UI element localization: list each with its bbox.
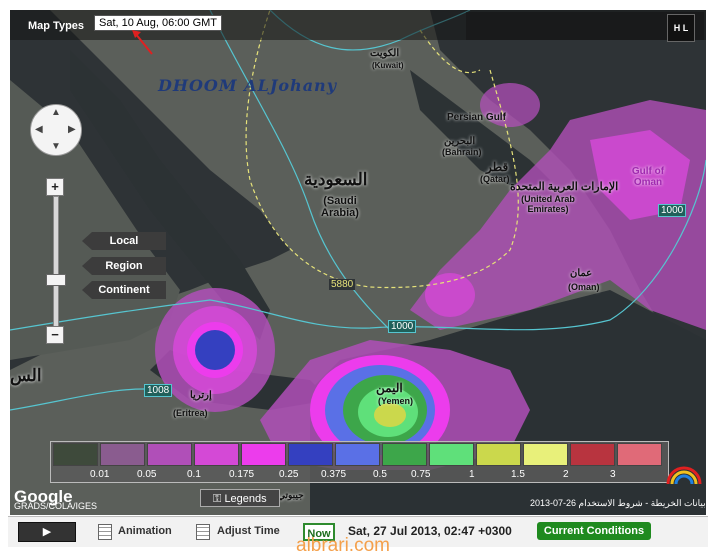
label-persian-gulf: Persian Gulf <box>447 112 506 123</box>
label-yemen-en: (Yemen) <box>378 396 414 406</box>
map-watermark: DHOOM ALJohany <box>158 76 337 95</box>
view-region-button[interactable]: Region <box>82 257 166 275</box>
key-icon: ⚿ <box>213 493 225 505</box>
legend-swatch-12 <box>617 443 662 466</box>
label-djibouti-ar: جيبوتي <box>278 490 304 500</box>
label-qatar-ar: قطر <box>486 160 509 174</box>
label-yemen-ar: اليمن <box>376 381 403 395</box>
play-icon: ▶ <box>42 526 52 538</box>
label-gulf-of-oman: Gulf of Oman <box>631 166 665 188</box>
legend-label: 0.05 <box>137 469 157 480</box>
pan-left-icon[interactable]: ◀ <box>35 124 43 135</box>
map-copyright[interactable]: 2013-07-26 بيانات الخريطة - شروط الاستخد… <box>530 498 706 509</box>
label-uae-en: (United Arab Emirates) <box>521 194 575 214</box>
label-qatar-en: (Qatar) <box>480 174 510 184</box>
pan-up-icon[interactable]: ▲ <box>51 107 61 118</box>
legend-label: 0.175 <box>229 469 255 480</box>
zoom-in-button[interactable]: + <box>46 178 64 196</box>
pan-right-icon[interactable]: ▶ <box>68 124 76 135</box>
animation-button[interactable]: Animation <box>118 525 172 537</box>
label-bahrain-en: (Bahrain) <box>442 147 482 157</box>
precip-yemen-core <box>374 403 406 427</box>
label-eritrea-en: (Eritrea) <box>173 408 208 418</box>
legend-label: 1.5 <box>511 469 525 480</box>
legend-swatch-2 <box>147 443 192 466</box>
legend-swatch-7 <box>382 443 427 466</box>
legend-swatch-1 <box>100 443 145 466</box>
legend-swatch-9 <box>476 443 521 466</box>
forecast-time-label: Sat, 10 Aug, 06:00 GMT <box>94 15 223 31</box>
legend-swatch-6 <box>335 443 380 466</box>
label-saudi-ar: السعودية <box>304 170 368 189</box>
contour-label-1000-a: 1000 <box>658 204 687 217</box>
precip-oman-inner <box>425 273 475 317</box>
label-bahrain-ar: البحرين <box>444 136 476 147</box>
legend-label: 2 <box>563 469 569 480</box>
legend-label: 0.375 <box>321 469 347 480</box>
map-frame: Map Types Sat, 10 Aug, 06:00 GMT H L DHO… <box>10 10 706 515</box>
map-types-button[interactable]: Map Types <box>28 20 84 32</box>
view-local-button[interactable]: Local <box>82 232 166 250</box>
contour-label-5880: 5880 <box>329 279 356 290</box>
legend-label: 0.25 <box>279 469 299 480</box>
label-kuwait-en: (Kuwait) <box>372 61 404 70</box>
precip-eritrea-core <box>195 330 235 370</box>
legend-label: 1 <box>469 469 475 480</box>
legend-label: 0.75 <box>411 469 431 480</box>
legend-label: 0.01 <box>90 469 110 480</box>
zoom-out-button[interactable]: − <box>46 326 64 344</box>
label-kuwait-ar: الكويت <box>370 48 400 59</box>
legend-swatch-8 <box>429 443 474 466</box>
label-uae-ar: الإمارات العربية المتحدة <box>510 181 619 193</box>
calendar-icon <box>98 524 112 540</box>
legend-label: 0.5 <box>373 469 387 480</box>
grads-credit: GRADS/COLA/IGES <box>14 501 98 511</box>
label-left-edge-ar: الس <box>10 366 42 385</box>
legend-swatch-4 <box>241 443 286 466</box>
legend-swatch-0 <box>53 443 98 466</box>
zoom-slider-handle[interactable] <box>46 274 66 286</box>
contour-label-1008: 1008 <box>144 384 173 397</box>
label-oman-en: (Oman) <box>568 282 600 292</box>
current-conditions-button[interactable]: Current Conditions <box>537 522 651 540</box>
legend-swatch-11 <box>570 443 615 466</box>
play-button[interactable]: ▶ <box>18 522 76 542</box>
zoom-slider-track[interactable] <box>53 196 59 330</box>
adjust-time-button[interactable]: Adjust Time <box>217 525 280 537</box>
label-eritrea-ar: إرتريا <box>190 390 212 401</box>
pan-control[interactable]: ▲ ▼ ◀ ▶ <box>30 104 82 156</box>
high-low-toggle-icon[interactable]: H L <box>667 14 695 42</box>
legend-label: 0.1 <box>187 469 201 480</box>
legends-button[interactable]: ⚿ Legends <box>200 489 280 507</box>
legend-swatch-3 <box>194 443 239 466</box>
legend-swatch-5 <box>288 443 333 466</box>
pan-down-icon[interactable]: ▼ <box>51 141 61 152</box>
label-saudi-en: (Saudi Arabia) <box>321 195 359 219</box>
site-watermark: albrari.com <box>296 535 390 556</box>
precip-legend: 0.01 0.05 0.1 0.175 0.25 0.375 0.5 0.75 … <box>50 441 669 483</box>
legends-label: Legends <box>224 493 267 505</box>
red-arrow-icon <box>132 30 153 55</box>
view-continent-button[interactable]: Continent <box>82 281 166 299</box>
calendar-icon <box>196 524 210 540</box>
legend-swatch-10 <box>523 443 568 466</box>
label-oman-ar: عمان <box>570 268 593 279</box>
contour-label-1000-b: 1000 <box>388 320 417 333</box>
legend-label: 3 <box>610 469 616 480</box>
logo-rainbow-icon <box>666 466 702 485</box>
